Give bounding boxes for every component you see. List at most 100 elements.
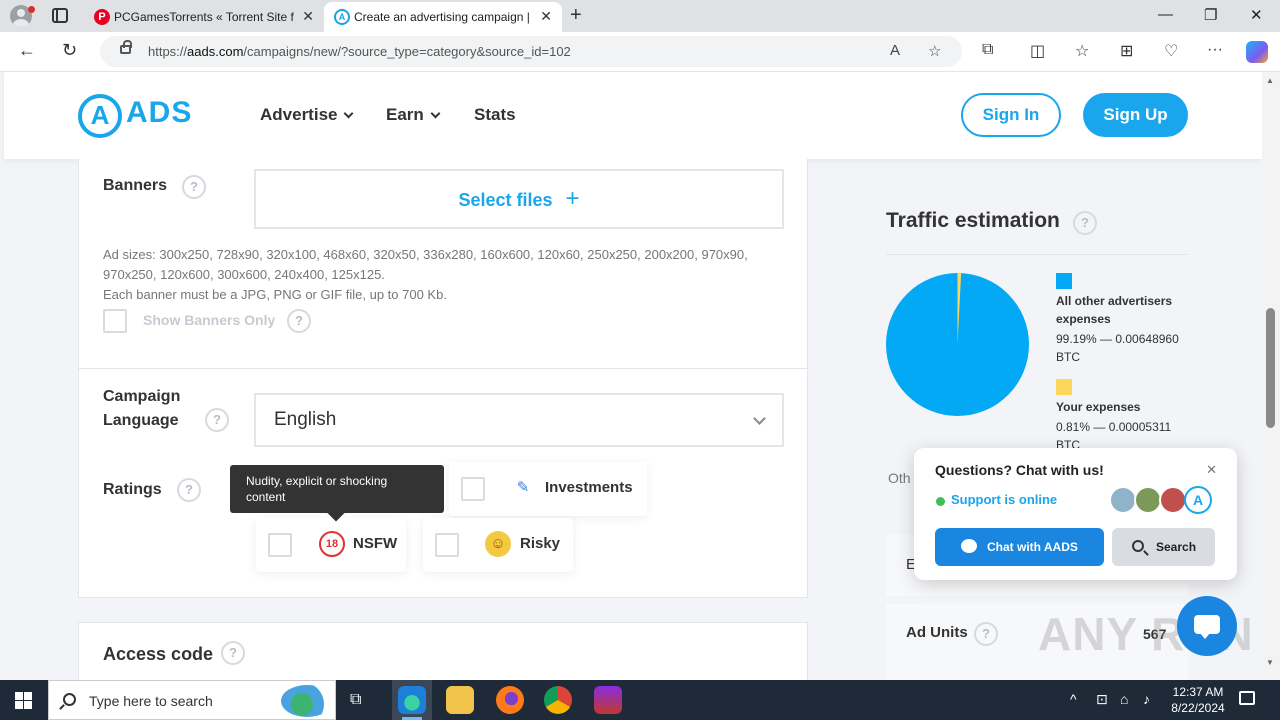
sign-in-button[interactable]: Sign In xyxy=(961,93,1061,137)
tab-pcgamestorrents[interactable]: P PCGamesTorrents « Torrent Site f ✕ xyxy=(84,2,324,32)
new-tab-icon[interactable]: + xyxy=(570,4,582,27)
help-icon[interactable]: ? xyxy=(974,622,998,646)
close-tab-icon[interactable]: ✕ xyxy=(302,8,314,25)
nav-stats[interactable]: Stats xyxy=(474,105,516,125)
file-explorer-icon[interactable] xyxy=(446,686,474,714)
agent-avatar xyxy=(1134,486,1162,514)
more-menu-icon[interactable]: ··· xyxy=(1207,41,1223,59)
language-value: English xyxy=(274,409,337,430)
logo-text[interactable]: ADS xyxy=(126,96,192,130)
aads-icon: A xyxy=(334,9,350,25)
tab-title: PCGamesTorrents « Torrent Site f xyxy=(114,10,294,24)
help-icon[interactable]: ? xyxy=(287,309,311,333)
volume-icon[interactable]: ♪ xyxy=(1143,691,1150,707)
wifi-icon[interactable]: ⌂ xyxy=(1120,691,1128,707)
task-view-icon[interactable]: ⧉ xyxy=(350,691,361,709)
tab-aads-campaign[interactable]: A Create an advertising campaign | ✕ xyxy=(324,2,562,32)
copilot-icon[interactable] xyxy=(1246,41,1268,63)
chevron-down-icon xyxy=(344,108,354,119)
divider xyxy=(79,368,807,369)
rating-investments[interactable]: ✎ Investments xyxy=(449,462,647,516)
campaign-form-card: Banners ? Select files + Ad sizes: 300x2… xyxy=(78,159,808,598)
support-status: Support is online xyxy=(951,492,1058,507)
search-icon xyxy=(63,693,76,706)
rating-nsfw[interactable]: 18 NSFW xyxy=(256,518,406,572)
browser-essentials-icon[interactable]: ♡ xyxy=(1164,41,1178,61)
chat-launcher-button[interactable] xyxy=(1177,596,1237,656)
scroll-up-icon[interactable]: ▲ xyxy=(1266,76,1274,85)
show-hidden-icons[interactable]: ^ xyxy=(1070,691,1077,707)
help-icon[interactable]: ? xyxy=(221,641,245,665)
nsfw-tooltip: Nudity, explicit or shocking content xyxy=(230,465,444,513)
nav-advertise[interactable]: Advertise xyxy=(260,105,354,125)
help-icon[interactable]: ? xyxy=(182,175,206,199)
close-tab-icon[interactable]: ✕ xyxy=(540,8,552,25)
aads-logo-icon[interactable]: A xyxy=(78,94,122,138)
rating-risky[interactable]: ☺ Risky xyxy=(423,518,573,572)
banners-label: Banners xyxy=(103,177,168,194)
show-banners-only-checkbox[interactable] xyxy=(103,309,127,333)
minimize-icon[interactable]: — xyxy=(1158,6,1173,23)
close-icon[interactable]: ✕ xyxy=(1206,462,1217,478)
campaign-language-label: Campaign Language xyxy=(103,388,181,429)
notification-center-icon[interactable] xyxy=(1239,691,1255,705)
access-code-label: Access code xyxy=(103,644,214,664)
scroll-down-icon[interactable]: ▼ xyxy=(1266,658,1274,667)
legend-title-yours: Your expenses xyxy=(1056,400,1141,414)
search-icon xyxy=(1132,540,1144,552)
18-plus-icon: 18 xyxy=(319,531,345,557)
restore-icon[interactable]: ❐ xyxy=(1204,6,1217,24)
risky-checkbox[interactable] xyxy=(435,533,459,557)
collections-icon[interactable]: ⊞ xyxy=(1120,41,1133,61)
winrar-icon[interactable] xyxy=(594,686,622,714)
chat-with-aads-button[interactable]: Chat with AADS xyxy=(935,528,1104,566)
edge-icon[interactable] xyxy=(398,686,426,714)
select-files-button[interactable]: Select files + xyxy=(254,169,784,229)
taskbar-clock[interactable]: 12:37 AM 8/22/2024 xyxy=(1168,684,1228,716)
help-icon[interactable]: ? xyxy=(205,408,229,432)
lock-icon[interactable] xyxy=(120,40,132,54)
help-icon[interactable]: ? xyxy=(1073,211,1097,235)
windows-start-icon[interactable] xyxy=(15,692,32,709)
network-status-icon[interactable]: ⊡ xyxy=(1096,691,1108,708)
site-header: A ADS Advertise Earn Stats Sign In Sign … xyxy=(4,72,1262,159)
url-text[interactable]: https://aads.com/campaigns/new/?source_t… xyxy=(148,44,571,59)
help-icon[interactable]: ? xyxy=(177,478,201,502)
nsfw-checkbox[interactable] xyxy=(268,533,292,557)
scrollbar-thumb[interactable] xyxy=(1266,308,1275,428)
read-aloud-icon[interactable]: A xyxy=(890,42,900,59)
traffic-pie-chart xyxy=(886,273,1029,416)
sign-up-button[interactable]: Sign Up xyxy=(1083,93,1188,137)
back-icon[interactable]: ← xyxy=(18,40,36,61)
banner-requirements: Ad sizes: 300x250, 728x90, 320x100, 468x… xyxy=(103,245,793,305)
language-select[interactable]: English xyxy=(254,393,784,447)
favorites-icon[interactable]: ☆ xyxy=(1075,41,1089,61)
favorite-star-icon[interactable]: ☆ xyxy=(928,42,941,60)
chevron-down-icon xyxy=(753,412,766,425)
address-bar[interactable]: https://aads.com/campaigns/new/?source_t… xyxy=(100,36,962,67)
close-window-icon[interactable]: ✕ xyxy=(1250,6,1263,24)
aads-avatar: A xyxy=(1184,486,1212,514)
tab-title: Create an advertising campaign | xyxy=(354,10,530,24)
access-code-card: Access code ? xyxy=(78,622,808,680)
agent-avatar xyxy=(1109,486,1137,514)
other-label-partial: Oth xyxy=(888,470,911,486)
nav-earn[interactable]: Earn xyxy=(386,105,441,125)
taskbar-search[interactable]: Type here to search xyxy=(48,680,336,720)
split-screen-icon[interactable]: ◫ xyxy=(1030,41,1045,61)
extensions-icon[interactable]: ⧉ xyxy=(982,41,993,59)
traffic-estimation-title: Traffic estimation xyxy=(886,209,1060,232)
refresh-icon[interactable]: ↻ xyxy=(62,40,77,61)
tab-actions-icon[interactable] xyxy=(52,8,68,23)
chat-search-button[interactable]: Search xyxy=(1112,528,1215,566)
chevron-down-icon xyxy=(430,108,441,119)
thinking-face-icon: ☺ xyxy=(485,531,511,557)
browser-tab-strip: P PCGamesTorrents « Torrent Site f ✕ A C… xyxy=(0,0,1280,32)
investments-checkbox[interactable] xyxy=(461,477,485,501)
online-status-dot xyxy=(936,497,945,506)
agent-avatar xyxy=(1159,486,1187,514)
page-scrollbar[interactable]: ▲ ▼ xyxy=(1262,72,1280,680)
chrome-icon[interactable] xyxy=(544,686,572,714)
firefox-icon[interactable] xyxy=(496,686,524,714)
plus-icon: + xyxy=(565,185,580,212)
